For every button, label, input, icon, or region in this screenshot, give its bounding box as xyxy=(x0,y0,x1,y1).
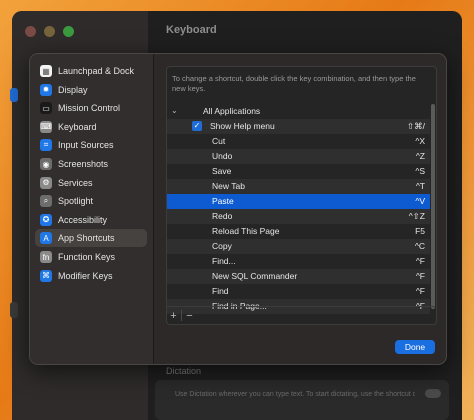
dictation-description: Use Dictation wherever you can type text… xyxy=(175,391,415,398)
sidebar-item-modifier-keys[interactable]: ⌘ Modifier Keys xyxy=(35,267,147,285)
shortcut-row[interactable]: Paste ^V xyxy=(167,194,430,209)
shortcut-row[interactable]: Undo ^Z xyxy=(167,149,430,164)
dictation-panel xyxy=(155,380,449,420)
shortcuts-list: To change a shortcut, double click the k… xyxy=(166,66,437,325)
list-toolbar: + − xyxy=(166,306,435,324)
sidebar-item-label: Launchpad & Dock xyxy=(58,66,135,76)
sidebar-item-mission-control[interactable]: ▭ Mission Control xyxy=(35,99,147,117)
shortcut-name: New Tab xyxy=(212,181,245,191)
shortcut-keys[interactable]: ^⇧Z xyxy=(409,211,425,222)
sidebar-item-display[interactable]: ✹ Display xyxy=(35,81,147,99)
modifier-keys-icon: ⌘ xyxy=(40,269,52,282)
shortcuts-description: To change a shortcut, double click the k… xyxy=(172,74,416,93)
sidebar-item-screenshots[interactable]: ◉ Screenshots xyxy=(35,155,147,173)
shortcut-name: Save xyxy=(212,166,232,176)
shortcut-name: Find xyxy=(212,286,229,296)
app-shortcuts-icon: A xyxy=(40,232,52,245)
done-button[interactable]: Done xyxy=(395,340,435,354)
list-scrollbar[interactable] xyxy=(431,104,435,309)
sidebar-item-launchpad-dock[interactable]: ▦ Launchpad & Dock xyxy=(35,62,147,80)
sidebar-item-label: Input Sources xyxy=(58,140,114,151)
shortcut-name: Paste xyxy=(212,196,234,206)
shortcut-keys[interactable]: ^Z xyxy=(416,151,425,161)
sidebar-item-label: Modifier Keys xyxy=(58,270,113,281)
shortcut-keys[interactable]: ^V xyxy=(415,196,425,206)
shortcut-name: Cut xyxy=(212,136,226,146)
shortcut-name: New SQL Commander xyxy=(212,271,298,281)
sidebar-item-label: Screenshots xyxy=(58,159,109,169)
shortcut-row[interactable]: Copy ^C xyxy=(167,239,430,254)
shortcuts-sidebar: ▦ Launchpad & Dock ✹ Display ▭ Mission Contro… xyxy=(30,54,154,364)
shortcut-row[interactable]: Find... ^F xyxy=(167,254,430,269)
show-help-menu-checkbox[interactable]: ✓ xyxy=(192,121,202,131)
sidebar-item-label: Function Keys xyxy=(58,252,116,262)
sidebar-item-label: App Shortcuts xyxy=(58,233,115,244)
shortcut-keys[interactable]: F5 xyxy=(415,226,425,236)
group-label: All Applications xyxy=(203,106,261,116)
show-help-menu-label: Show Help menu xyxy=(210,121,275,131)
shortcut-keys[interactable]: ^F xyxy=(416,286,425,296)
shortcut-row[interactable]: Find ^F xyxy=(167,284,430,299)
shortcut-keys[interactable]: ^C xyxy=(415,241,425,251)
shortcut-name: Copy xyxy=(212,241,232,251)
accessibility-icon: ✪ xyxy=(40,213,52,226)
shortcut-row[interactable]: Reload This Page F5 xyxy=(167,224,430,239)
shortcut-keys[interactable]: ^S xyxy=(415,166,425,176)
background-sidebar-item xyxy=(10,302,18,318)
shortcut-name: Find... xyxy=(212,256,236,266)
screenshots-icon: ◉ xyxy=(40,158,52,170)
shortcut-keys[interactable]: ^F xyxy=(416,256,425,266)
sidebar-item-keyboard[interactable]: ⌨ Keyboard xyxy=(35,118,147,136)
sidebar-item-input-sources[interactable]: ⌗ Input Sources xyxy=(35,136,147,154)
show-help-menu-keys[interactable]: ⇧⌘/ xyxy=(407,121,425,132)
sidebar-item-services[interactable]: ⚙ Services xyxy=(35,174,147,192)
function-keys-icon: fn xyxy=(40,251,52,263)
background-selected-sidebar-item xyxy=(10,88,18,102)
zoom-button[interactable] xyxy=(63,26,74,37)
shortcut-row[interactable]: Save ^S xyxy=(167,164,430,179)
dictation-title: Dictation xyxy=(166,366,202,376)
display-icon: ✹ xyxy=(40,83,52,96)
add-shortcut-button[interactable]: + xyxy=(166,310,181,322)
group-row-all-applications[interactable]: ⌄ All Applications xyxy=(167,104,430,119)
mission-control-icon: ▭ xyxy=(40,102,52,115)
sidebar-item-label: Display xyxy=(58,84,88,95)
close-button[interactable] xyxy=(25,26,36,37)
shortcut-name: Reload This Page xyxy=(212,226,280,236)
window-title: Keyboard xyxy=(166,24,217,36)
sidebar-item-function-keys[interactable]: fn Function Keys xyxy=(35,248,147,266)
dictation-toggle[interactable] xyxy=(425,389,441,398)
show-help-menu-row[interactable]: ✓ Show Help menu ⇧⌘/ xyxy=(167,119,430,134)
shortcut-row[interactable]: Cut ^X xyxy=(167,134,430,149)
keyboard-shortcuts-sheet: ▦ Launchpad & Dock ✹ Display ▭ Mission Contro… xyxy=(29,53,447,365)
shortcut-row[interactable]: New Tab ^T xyxy=(167,179,430,194)
remove-shortcut-button[interactable]: − xyxy=(182,310,197,322)
services-icon: ⚙ xyxy=(40,176,52,189)
shortcut-name: Undo xyxy=(212,151,233,161)
sidebar-item-spotlight[interactable]: ⌕ Spotlight xyxy=(35,192,147,210)
shortcut-keys[interactable]: ^F xyxy=(416,271,425,281)
sidebar-item-label: Services xyxy=(58,177,93,188)
sidebar-item-label: Mission Control xyxy=(58,103,121,114)
spotlight-icon: ⌕ xyxy=(40,195,52,208)
window-controls xyxy=(25,26,74,37)
sidebar-item-app-shortcuts[interactable]: A App Shortcuts xyxy=(35,229,147,248)
chevron-down-icon[interactable]: ⌄ xyxy=(171,106,178,115)
shortcut-keys[interactable]: ^T xyxy=(416,181,425,191)
shortcut-row[interactable]: New SQL Commander ^F xyxy=(167,269,430,284)
sidebar-item-label: Keyboard xyxy=(58,121,97,132)
sidebar-item-label: Spotlight xyxy=(58,196,94,207)
shortcut-name: Redo xyxy=(212,211,233,221)
shortcut-row[interactable]: Redo ^⇧Z xyxy=(167,209,430,224)
minimize-button[interactable] xyxy=(44,26,55,37)
launchpad-icon: ▦ xyxy=(40,65,52,77)
keyboard-icon: ⌨ xyxy=(40,120,52,133)
shortcut-keys[interactable]: ^X xyxy=(415,136,425,146)
input-sources-icon: ⌗ xyxy=(40,139,52,152)
sidebar-item-accessibility[interactable]: ✪ Accessibility xyxy=(35,211,147,229)
sidebar-item-label: Accessibility xyxy=(58,214,108,225)
